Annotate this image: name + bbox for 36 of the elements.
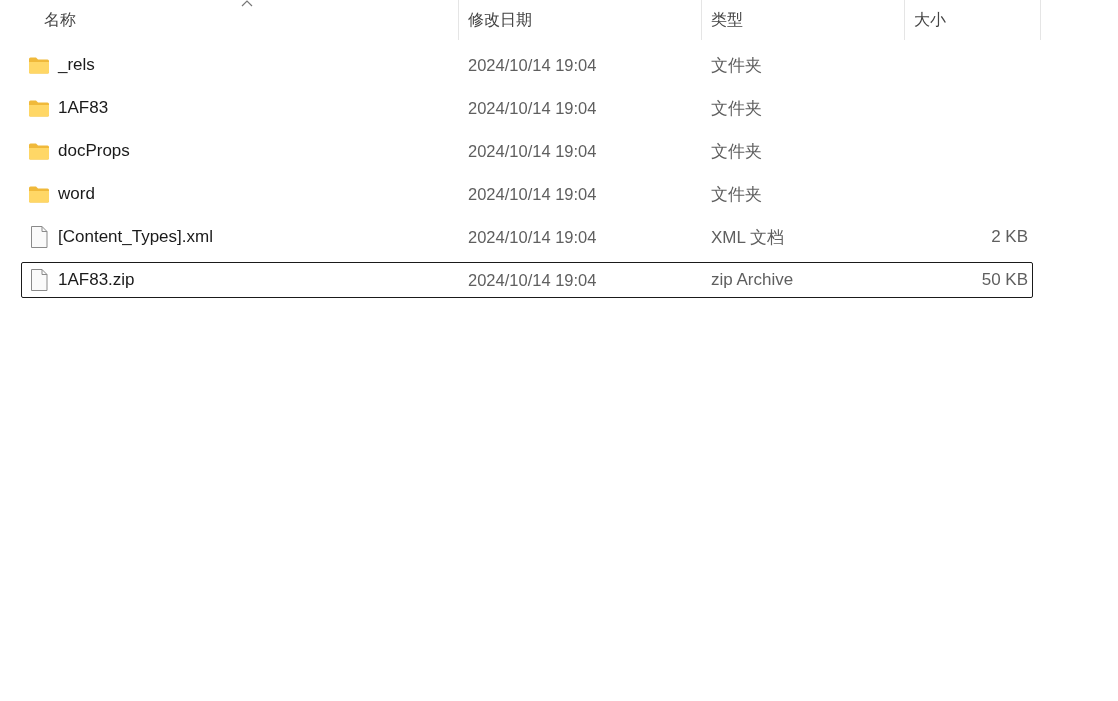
file-name: word bbox=[58, 184, 95, 204]
modified-date: 2024/10/14 19:04 bbox=[467, 270, 598, 290]
folder-icon bbox=[28, 56, 50, 74]
folder-icon bbox=[28, 185, 50, 203]
column-header[interactable]: 类型 bbox=[702, 0, 905, 40]
file-icon bbox=[28, 226, 50, 248]
column-header[interactable]: 修改日期 bbox=[459, 0, 702, 40]
modified-date: 2024/10/14 19:04 bbox=[467, 98, 598, 118]
file-type: 文件夹 bbox=[710, 54, 763, 77]
folder-icon bbox=[28, 142, 50, 160]
modified-date: 2024/10/14 19:04 bbox=[467, 55, 598, 75]
file-row[interactable]: 1AF83.zip 2024/10/14 19:04 zip Archive 50 KB bbox=[21, 262, 1033, 298]
file-name: 1AF83 bbox=[58, 98, 109, 118]
file-size: 50 KB bbox=[981, 270, 1028, 290]
file-name: 1AF83.zip bbox=[58, 270, 135, 290]
folder-icon bbox=[28, 99, 50, 117]
file-type: 文件夹 bbox=[710, 140, 763, 163]
file-row[interactable]: docProps 2024/10/14 19:04 文件夹 bbox=[21, 133, 1033, 169]
file-row[interactable]: _rels 2024/10/14 19:04 文件夹 bbox=[21, 47, 1033, 83]
file-type: 文件夹 bbox=[710, 183, 763, 206]
file-type: 文件夹 bbox=[710, 97, 763, 120]
column-header[interactable]: 名称 bbox=[22, 0, 459, 40]
file-size: 2 KB bbox=[991, 227, 1028, 247]
modified-date: 2024/10/14 19:04 bbox=[467, 184, 598, 204]
file-row[interactable]: word 2024/10/14 19:04 文件夹 bbox=[21, 176, 1033, 212]
column-header[interactable]: 大小 bbox=[905, 0, 1041, 40]
modified-date: 2024/10/14 19:04 bbox=[467, 141, 598, 161]
file-icon bbox=[28, 269, 50, 291]
file-type: zip Archive bbox=[710, 270, 795, 290]
file-name: _rels bbox=[58, 55, 95, 75]
file-row[interactable]: 1AF83 2024/10/14 19:04 文件夹 bbox=[21, 90, 1033, 126]
modified-date: 2024/10/14 19:04 bbox=[467, 227, 598, 247]
file-name: [Content_Types].xml bbox=[58, 227, 213, 247]
file-name: docProps bbox=[58, 141, 130, 161]
file-row[interactable]: [Content_Types].xml 2024/10/14 19:04 XML 文档 2 KB bbox=[21, 219, 1033, 255]
file-type: XML 文档 bbox=[710, 226, 786, 249]
